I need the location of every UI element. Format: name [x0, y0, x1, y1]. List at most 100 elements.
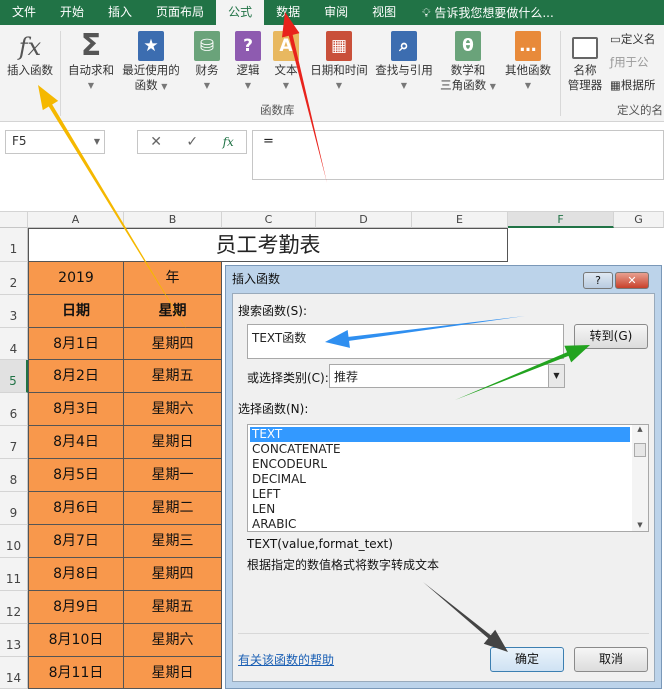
ribbon-button-5[interactable]: ▦ 日期和时间 ▼	[308, 31, 370, 93]
use-in-formula-button[interactable]: ƒ用于公	[610, 54, 649, 70]
row-header[interactable]: 13	[0, 624, 28, 657]
cell[interactable]: 星期日	[124, 657, 222, 689]
cell[interactable]: 星期三	[124, 525, 222, 558]
ribbon-button-0[interactable]: Σ 自动求和 ▼	[64, 31, 118, 93]
cell[interactable]: 日期	[28, 295, 124, 328]
cell[interactable]: 8月7日	[28, 525, 124, 558]
cell[interactable]: 2019	[28, 262, 124, 295]
function-list-item[interactable]: ENCODEURL	[250, 457, 630, 472]
function-list[interactable]: TEXT CONCATENATE ENCODEURL DECIMAL LEFT LEN AR…	[247, 424, 649, 532]
row-header[interactable]: 11	[0, 558, 28, 591]
name-box[interactable]: F5 ▼	[5, 130, 105, 154]
ribbon-button-3[interactable]: ? 逻辑 ▼	[230, 31, 266, 93]
column-header[interactable]: G	[614, 212, 664, 228]
row-header[interactable]: 4	[0, 328, 28, 360]
chevron-down-icon: ▼	[524, 81, 532, 90]
function-help-link[interactable]: 有关该函数的帮助	[238, 651, 334, 668]
cell[interactable]: 8月5日	[28, 459, 124, 492]
column-header[interactable]: D	[316, 212, 412, 228]
row-header[interactable]: 10	[0, 525, 28, 558]
cell[interactable]: 8月11日	[28, 657, 124, 689]
create-from-selection-button[interactable]: ▦根据所	[610, 77, 655, 93]
ribbon-button-8[interactable]: … 其他函数 ▼	[500, 31, 556, 93]
cell[interactable]: 星期五	[124, 360, 222, 393]
scroll-thumb[interactable]	[634, 443, 646, 457]
ribbon-button-7[interactable]: θ 数学和 三角函数 ▼	[438, 31, 498, 94]
function-list-item[interactable]: CONCATENATE	[250, 442, 630, 457]
cell[interactable]: 星期六	[124, 624, 222, 657]
tab-0[interactable]: 文件	[0, 0, 48, 25]
cell[interactable]: 8月1日	[28, 328, 124, 360]
category-select[interactable]: 推荐 ▼	[329, 364, 565, 388]
define-name-button[interactable]: ▭定义名	[610, 31, 655, 47]
select-all-corner[interactable]	[0, 212, 28, 228]
close-button[interactable]: ✕	[615, 272, 649, 289]
ok-button[interactable]: 确定	[490, 647, 564, 672]
row-header[interactable]: 12	[0, 591, 28, 624]
row-header[interactable]: 3	[0, 295, 28, 328]
ribbon-button-4[interactable]: A 文本 ▼	[268, 31, 304, 93]
fx-icon[interactable]: fx	[223, 135, 234, 149]
row-header[interactable]: 9	[0, 492, 28, 525]
tag-icon: ▭	[610, 32, 621, 46]
function-list-item[interactable]: DECIMAL	[250, 472, 630, 487]
help-button[interactable]: ?	[583, 272, 613, 289]
ribbon-button-2[interactable]: ⛁ 财务 ▼	[186, 31, 228, 93]
cell[interactable]: 星期五	[124, 591, 222, 624]
function-list-item[interactable]: LEFT	[250, 487, 630, 502]
name-manager-button[interactable]: 名称 管理器	[563, 31, 607, 93]
tab-5[interactable]: 数据	[264, 0, 312, 25]
function-list-item[interactable]: TEXT	[250, 427, 630, 442]
scroll-down-icon[interactable]: ▼	[632, 521, 648, 529]
column-header[interactable]: E	[412, 212, 508, 228]
cell[interactable]: 8月4日	[28, 426, 124, 459]
tab-4[interactable]: 公式	[216, 0, 265, 25]
function-list-item[interactable]: LEN	[250, 502, 630, 517]
row-header[interactable]: 7	[0, 426, 28, 459]
cell[interactable]: 星期一	[124, 459, 222, 492]
cell[interactable]: 星期二	[124, 492, 222, 525]
row-header[interactable]: 8	[0, 459, 28, 492]
cell[interactable]: 星期	[124, 295, 222, 328]
tab-6[interactable]: 审阅	[312, 0, 360, 25]
insert-function-button[interactable]: fx 插入函数	[4, 31, 56, 78]
row-header[interactable]: 6	[0, 393, 28, 426]
go-button[interactable]: 转到(G)	[574, 324, 648, 349]
cancel-icon[interactable]: ✕	[150, 134, 162, 150]
cell[interactable]: 星期日	[124, 426, 222, 459]
cell[interactable]: 星期四	[124, 558, 222, 591]
tab-3[interactable]: 页面布局	[144, 0, 216, 25]
function-list-item[interactable]: ARABIC	[250, 517, 630, 532]
cell[interactable]: 8月8日	[28, 558, 124, 591]
cell[interactable]: 8月2日	[28, 360, 124, 393]
tab-2[interactable]: 插入	[96, 0, 144, 25]
cell[interactable]: 8月10日	[28, 624, 124, 657]
column-header[interactable]: B	[124, 212, 222, 228]
cell[interactable]: 星期六	[124, 393, 222, 426]
cancel-button[interactable]: 取消	[574, 647, 648, 672]
column-header[interactable]: F	[508, 212, 614, 228]
row-header[interactable]: 14	[0, 657, 28, 689]
ribbon-button-6[interactable]: ⌕ 查找与引用 ▼	[372, 31, 436, 93]
tab-1[interactable]: 开始	[48, 0, 96, 25]
cell[interactable]: 星期四	[124, 328, 222, 360]
row-header[interactable]: 5	[0, 360, 28, 393]
tab-7[interactable]: 视图	[360, 0, 408, 25]
cell[interactable]: 8月9日	[28, 591, 124, 624]
sheet-title[interactable]: 员工考勤表	[28, 228, 508, 262]
cell[interactable]: 8月3日	[28, 393, 124, 426]
cell[interactable]: 8月6日	[28, 492, 124, 525]
tell-me-search[interactable]: 💡︎ 告诉我您想要做什么...	[422, 4, 554, 21]
cell[interactable]: 年	[124, 262, 222, 295]
ribbon-button-1[interactable]: ★ 最近使用的 函数 ▼	[118, 31, 184, 94]
row-header[interactable]: 1	[0, 228, 28, 262]
column-header[interactable]: A	[28, 212, 124, 228]
row-header[interactable]: 2	[0, 262, 28, 295]
formula-input[interactable]: =	[252, 130, 664, 180]
chevron-down-icon[interactable]: ▼	[548, 365, 564, 387]
list-scrollbar[interactable]: ▲ ▼	[632, 425, 648, 531]
search-function-input[interactable]: TEXT函数	[247, 324, 564, 359]
scroll-up-icon[interactable]: ▲	[632, 425, 648, 433]
column-header[interactable]: C	[222, 212, 316, 228]
check-icon[interactable]: ✓	[186, 134, 198, 150]
